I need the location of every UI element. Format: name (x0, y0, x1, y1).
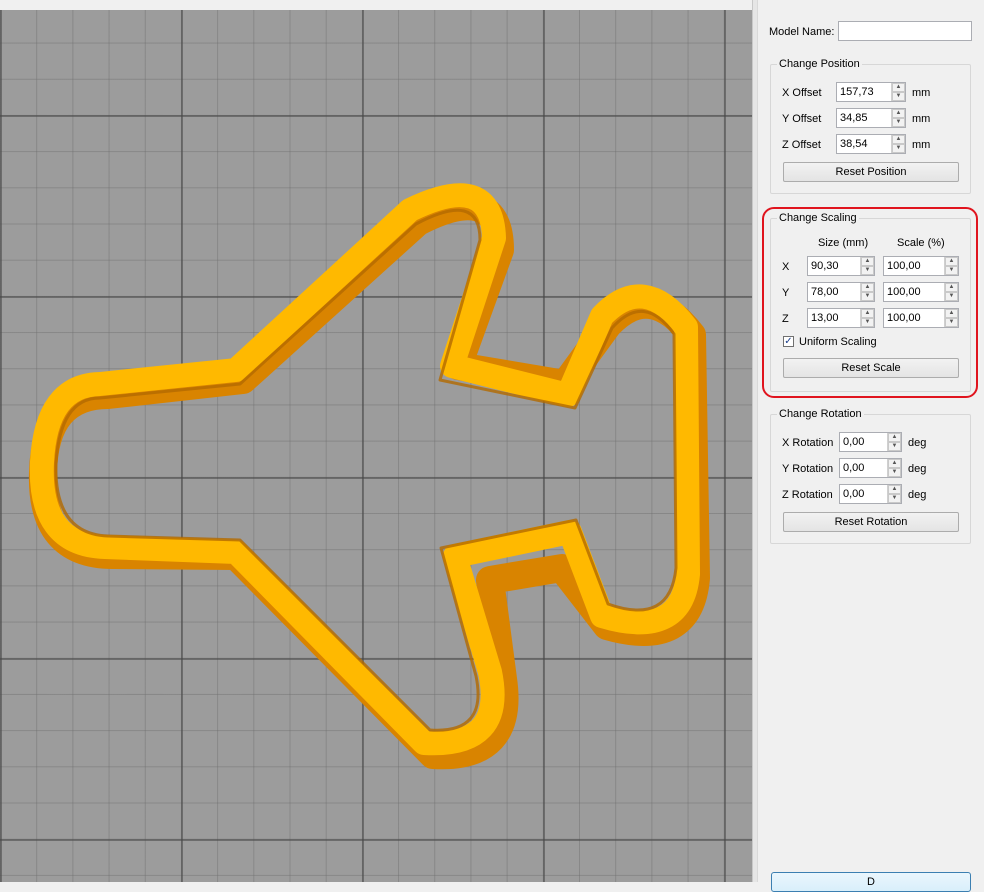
uniform-scaling-checkbox[interactable]: ✓ (783, 336, 794, 347)
spin-down-icon[interactable]: ▼ (892, 92, 905, 101)
spin-up-icon[interactable]: ▲ (888, 459, 901, 468)
reset-scale-button[interactable]: Reset Scale (783, 358, 959, 378)
reset-position-button[interactable]: Reset Position (783, 162, 959, 182)
x-rotation-spinner[interactable]: 0,00 ▲ ▼ (839, 432, 902, 452)
spin-up-icon[interactable]: ▲ (861, 257, 874, 266)
3d-viewport[interactable] (0, 10, 752, 882)
spin-down-icon[interactable]: ▼ (888, 494, 901, 503)
y-offset-label: Y Offset (782, 113, 822, 125)
y-rotation-unit: deg (908, 463, 927, 475)
spin-down-icon[interactable]: ▼ (945, 292, 958, 301)
y-offset-spinner[interactable]: 34,85 ▲ ▼ (836, 108, 906, 128)
y-rotation-value: 0,00 (843, 462, 865, 474)
model-name-input[interactable] (838, 21, 972, 41)
x-offset-label: X Offset (782, 87, 822, 99)
z-offset-value: 38,54 (840, 138, 868, 150)
z-offset-label: Z Offset (782, 139, 821, 151)
bottom-action-button[interactable]: D (771, 872, 971, 892)
spin-down-icon[interactable]: ▼ (945, 266, 958, 275)
x-rotation-value: 0,00 (843, 436, 865, 448)
size-z-spinner[interactable]: 13,00 ▲ ▼ (807, 308, 875, 328)
x-rotation-label: X Rotation (782, 437, 834, 449)
change-scaling-title: Change Scaling (777, 212, 859, 224)
y-rotation-label: Y Rotation (782, 463, 834, 475)
spin-down-icon[interactable]: ▼ (892, 118, 905, 127)
spin-down-icon[interactable]: ▼ (861, 292, 874, 301)
spin-up-icon[interactable]: ▲ (892, 135, 905, 144)
y-offset-unit: mm (912, 113, 931, 125)
scale-z-spinner[interactable]: 100,00 ▲ ▼ (883, 308, 959, 328)
z-rotation-spinner[interactable]: 0,00 ▲ ▼ (839, 484, 902, 504)
change-rotation-title: Change Rotation (777, 408, 864, 420)
scale-y-spinner[interactable]: 100,00 ▲ ▼ (883, 282, 959, 302)
z-rotation-unit: deg (908, 489, 927, 501)
checkmark-icon: ✓ (784, 336, 793, 347)
z-offset-unit: mm (912, 139, 931, 151)
spin-up-icon[interactable]: ▲ (861, 283, 874, 292)
z-offset-spinner[interactable]: 38,54 ▲ ▼ (836, 134, 906, 154)
scale-x-spinner[interactable]: 100,00 ▲ ▼ (883, 256, 959, 276)
size-y-spinner[interactable]: 78,00 ▲ ▼ (807, 282, 875, 302)
z-rotation-label: Z Rotation (782, 489, 833, 501)
scale-y-value: 100,00 (887, 286, 921, 298)
spin-down-icon[interactable]: ▼ (888, 468, 901, 477)
size-x-value: 90,30 (811, 260, 839, 272)
spin-up-icon[interactable]: ▲ (888, 485, 901, 494)
scale-z-value: 100,00 (887, 312, 921, 324)
cookie-cutter-model[interactable] (0, 10, 752, 882)
spin-down-icon[interactable]: ▼ (945, 318, 958, 327)
size-column-header: Size (mm) (818, 237, 869, 249)
y-offset-value: 34,85 (840, 112, 868, 124)
scale-row-y-axis: Y (782, 287, 790, 299)
spin-up-icon[interactable]: ▲ (892, 83, 905, 92)
spin-down-icon[interactable]: ▼ (861, 266, 874, 275)
model-inner-edge (54, 208, 678, 732)
scale-column-header: Scale (%) (897, 237, 945, 249)
x-offset-value: 157,73 (840, 86, 874, 98)
spin-up-icon[interactable]: ▲ (888, 433, 901, 442)
size-y-value: 78,00 (811, 286, 839, 298)
scale-row-z-axis: Z (782, 313, 789, 325)
x-offset-spinner[interactable]: 157,73 ▲ ▼ (836, 82, 906, 102)
change-position-title: Change Position (777, 58, 862, 70)
x-rotation-unit: deg (908, 437, 927, 449)
uniform-scaling-label: Uniform Scaling (799, 336, 877, 348)
size-z-value: 13,00 (811, 312, 839, 324)
z-rotation-value: 0,00 (843, 488, 865, 500)
y-rotation-spinner[interactable]: 0,00 ▲ ▼ (839, 458, 902, 478)
size-x-spinner[interactable]: 90,30 ▲ ▼ (807, 256, 875, 276)
spin-down-icon[interactable]: ▼ (888, 442, 901, 451)
scale-row-x-axis: X (782, 261, 790, 273)
x-offset-unit: mm (912, 87, 931, 99)
spin-up-icon[interactable]: ▲ (892, 109, 905, 118)
scale-x-value: 100,00 (887, 260, 921, 272)
spin-down-icon[interactable]: ▼ (892, 144, 905, 153)
spin-up-icon[interactable]: ▲ (861, 309, 874, 318)
model-name-label: Model Name: (769, 26, 835, 38)
spin-up-icon[interactable]: ▲ (945, 257, 958, 266)
reset-rotation-button[interactable]: Reset Rotation (783, 512, 959, 532)
spin-up-icon[interactable]: ▲ (945, 309, 958, 318)
spin-down-icon[interactable]: ▼ (861, 318, 874, 327)
spin-up-icon[interactable]: ▲ (945, 283, 958, 292)
